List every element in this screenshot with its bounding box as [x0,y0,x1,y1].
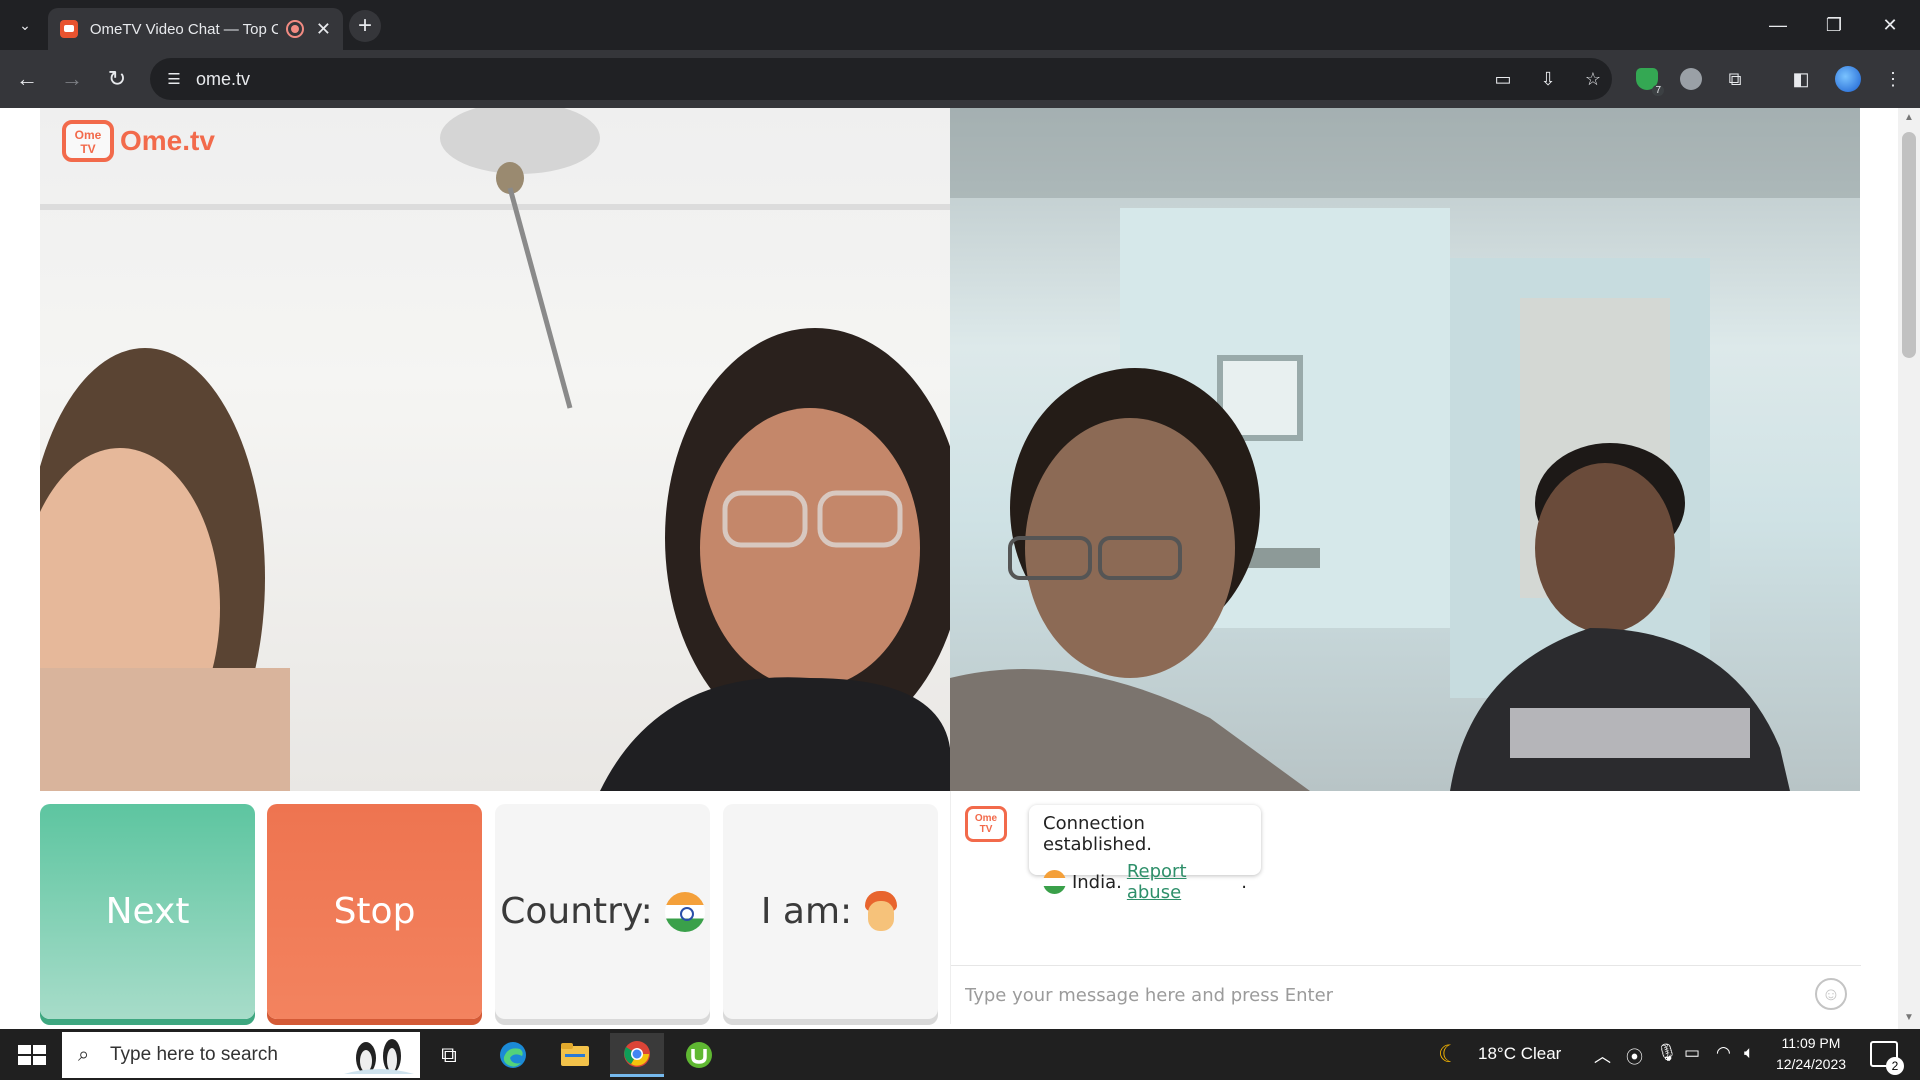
close-window-button[interactable]: ✕ [1870,8,1910,42]
boy-avatar-icon [862,890,900,933]
country-label: Country: [500,891,653,932]
system-message-bubble: Connection established. India. Report ab… [1029,805,1261,903]
chat-controls: Next Stop Country: I am: [40,804,950,1019]
chrome-taskbar-icon[interactable] [610,1033,664,1077]
message-period: . [1241,871,1247,893]
chat-message-input[interactable] [965,978,1785,1012]
self-video-frame [40,108,950,791]
country-filter-button[interactable]: Country: [495,804,710,1019]
volume-icon[interactable]: 🔈︎ [1744,1043,1754,1063]
notification-center-icon[interactable]: 2 [1870,1041,1904,1075]
scroll-down-arrow-icon[interactable]: ▼ [1902,1012,1916,1026]
side-panel-icon[interactable]: ◧ [1786,64,1816,94]
text-chat-panel: Ome TV Connection established. India. Re… [950,791,1861,1024]
back-button[interactable]: ← [10,62,44,96]
extensions-puzzle-icon[interactable]: ⧉ [1720,64,1750,94]
edge-browser-icon[interactable] [486,1033,540,1077]
tab-close-icon[interactable]: ✕ [316,19,331,40]
ometv-page: Ome TV Ome.tv Next Stop Country: I am: O… [0,108,1920,1029]
clock-time: 11:09 PM [1781,1035,1841,1051]
taskbar-search-box[interactable]: ⌕ Type here to search [62,1032,420,1078]
clock-date: 12/24/2023 [1775,1056,1847,1072]
file-explorer-icon[interactable] [548,1033,602,1077]
taskbar-clock[interactable]: 11:09 PM 12/24/2023 [1766,1033,1856,1075]
utorrent-icon[interactable] [672,1033,726,1077]
windows-taskbar: ⌕ Type here to search ⧉ ☾ 18°C Clear ︿ ⦿… [0,1029,1920,1080]
camera-in-use-icon[interactable]: ▭ [1490,67,1516,91]
emoji-smiley-icon[interactable]: ☺ [1815,978,1847,1010]
gender-select-button[interactable]: I am: [723,804,938,1019]
next-button-label: Next [105,891,190,932]
partner-country: India. [1071,871,1122,893]
extension-shield-icon[interactable]: 7 [1632,64,1664,96]
search-placeholder: Type here to search [110,1044,278,1065]
notification-count-badge: 2 [1886,1057,1904,1075]
scroll-up-arrow-icon[interactable]: ▲ [1902,112,1916,126]
browser-menu-icon[interactable]: ⋮ [1878,64,1908,94]
tray-chevron-up-icon[interactable]: ︿ [1594,1042,1611,1067]
task-view-icon[interactable]: ⧉ [422,1033,476,1077]
url-text[interactable]: ome.tv [196,69,250,90]
chat-input-area: ☺ [951,965,1861,1024]
address-bar[interactable]: ☰ ome.tv ▭ ⇩ ☆ [150,58,1612,100]
search-icon: ⌕ [78,1044,90,1066]
windows-start-icon[interactable] [10,1039,50,1071]
ometv-chat-avatar-icon: Ome TV [965,806,1007,842]
self-video-feed: Ome TV Ome.tv [40,108,950,791]
stop-button[interactable]: Stop [267,804,482,1019]
browser-tab-bar: ⌄ OmeTV Video Chat — Top Chat ✕ + — ❐ ✕ [0,0,1920,50]
ometv-tv-logo-icon: Ome TV [62,120,114,162]
profile-avatar[interactable] [1833,64,1863,94]
extension-circle-icon[interactable] [1676,64,1706,94]
microphone-tray-icon[interactable]: 🎙︎ [1656,1043,1678,1063]
new-tab-button[interactable]: + [349,10,381,42]
install-app-icon[interactable]: ⇩ [1535,67,1561,91]
site-info-icon[interactable]: ☰ [162,67,186,91]
extension-badge: 7 [1652,85,1664,96]
recording-indicator-icon [286,20,304,38]
wifi-icon[interactable]: ◠ [1716,1043,1731,1063]
page-scrollbar[interactable]: ▲ ▼ [1898,108,1920,1029]
tab-title: OmeTV Video Chat — Top Chat [89,20,279,38]
browser-toolbar: ← → ↻ ☰ ome.tv ▭ ⇩ ☆ 7 ⧉ ◧ ⋮ [0,50,1920,108]
browser-tab[interactable]: OmeTV Video Chat — Top Chat ✕ [48,8,343,50]
forward-button[interactable]: → [55,62,89,96]
minimize-button[interactable]: — [1758,8,1798,42]
ometv-logo[interactable]: Ome TV Ome.tv [62,120,215,162]
partner-video-feed [950,108,1860,791]
bookmark-star-icon[interactable]: ☆ [1580,67,1606,91]
camera-tray-icon[interactable]: ⦿ [1626,1043,1643,1068]
reload-button[interactable]: ↻ [100,62,134,96]
penguins-search-highlight-icon [344,1039,414,1074]
moon-weather-icon[interactable]: ☾ [1438,1040,1460,1069]
tab-search-chevron-icon[interactable]: ⌄ [12,12,38,38]
battery-icon[interactable]: ▭ [1684,1043,1700,1063]
i-am-label: I am: [760,891,853,932]
india-flag-icon [664,891,705,932]
report-abuse-link[interactable]: Report abuse [1127,861,1241,903]
next-button[interactable]: Next [40,804,255,1019]
restore-button[interactable]: ❐ [1814,8,1854,42]
india-flag-small-icon [1043,870,1066,894]
connection-message: Connection established. [1043,813,1152,855]
ometv-favicon-icon [60,20,78,38]
partner-video-frame [950,108,1860,791]
weather-text[interactable]: 18°C Clear [1478,1044,1561,1064]
scroll-thumb[interactable] [1902,132,1916,358]
ometv-logo-text: Ome.tv [120,125,215,156]
stop-button-label: Stop [333,891,416,932]
